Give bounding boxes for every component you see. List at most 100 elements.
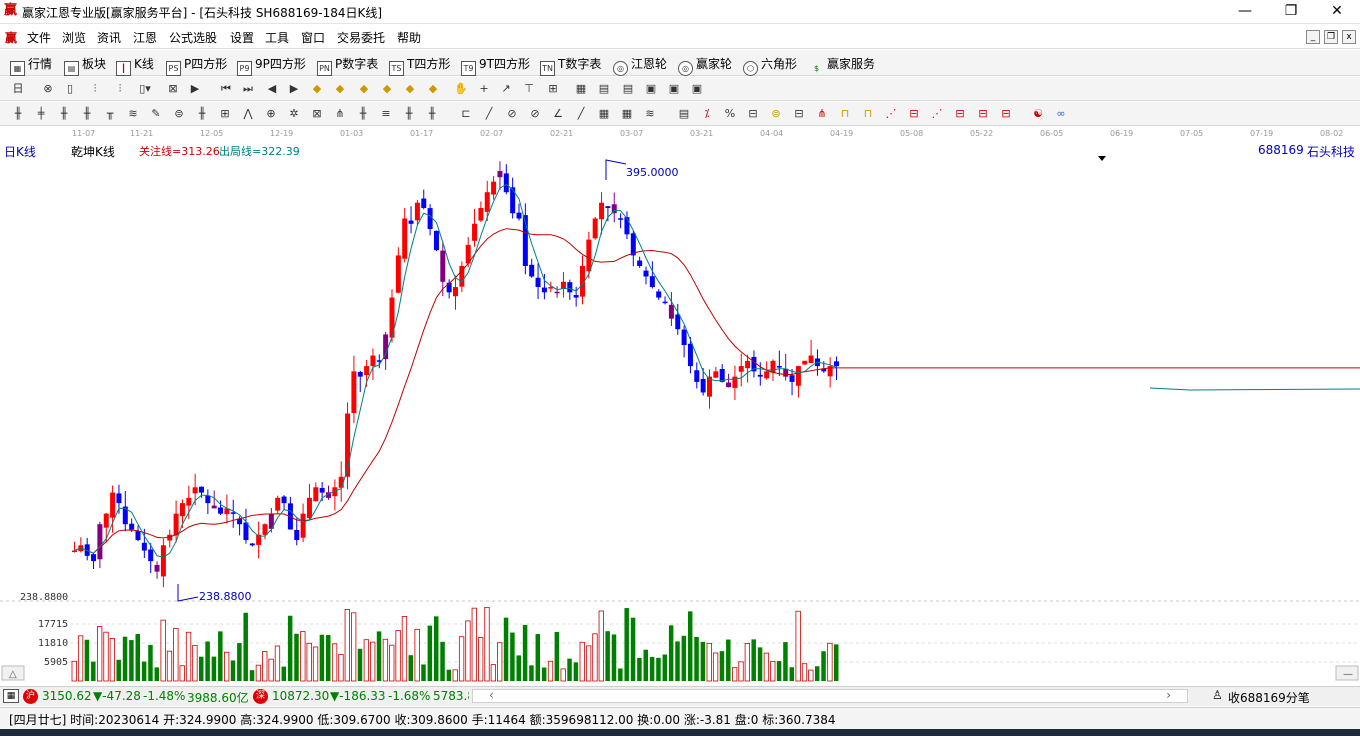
draw-icon-3[interactable]: ⊞ [545,81,561,97]
next-icon[interactable]: ▶ [286,81,302,97]
p-square-button[interactable]: PS P四方形 [166,55,227,76]
winner-service-button[interactable]: $ 赢家服务 [809,55,875,73]
mdi-restore-button[interactable]: ❐ [1324,30,1338,44]
prev-icon[interactable]: ◀ [264,81,280,97]
tool-icon-7[interactable]: ✎ [148,106,164,122]
tool-icon-14[interactable]: ⊠ [309,106,325,122]
diamond-icon-3[interactable]: ◆ [356,81,372,97]
tool-icon-13[interactable]: ✲ [286,106,302,122]
tool-icon-10[interactable]: ⊞ [217,106,233,122]
chart-icon-5[interactable]: ▯▾ [137,81,153,97]
quotes-button[interactable]: ▦ 行情 [10,55,52,76]
tool-icon-17[interactable]: ≡ [378,106,394,122]
tool-icon-16[interactable]: ╫ [355,106,371,122]
menu-help[interactable]: 帮助 [397,29,421,46]
tool-icon-33[interactable]: ⊜ [768,106,784,122]
tool-icon-15[interactable]: ⋔ [332,106,348,122]
9p-square-button[interactable]: P9 9P四方形 [237,55,306,76]
line-tool-icon[interactable]: ╫ [10,106,26,122]
tool-icon-24[interactable]: ∠ [550,106,566,122]
kline-chart[interactable]: 395.0000 238.8800 238.8800 17715 11810 5… [0,127,1360,683]
mdi-minimize-button[interactable]: _ [1306,30,1320,44]
tool-icon-12[interactable]: ⊕ [263,106,279,122]
tool-icon-3[interactable]: ╫ [56,106,72,122]
tool-icon-35[interactable]: ⋔ [814,106,830,122]
draw-icon-2[interactable]: ⊤ [521,81,537,97]
9t-square-button[interactable]: T9 9T四方形 [461,55,530,76]
menu-info[interactable]: 资讯 [97,29,121,46]
chart-icon-4[interactable]: ⫶ [112,81,128,97]
tool-icon-9[interactable]: ╫ [194,106,210,122]
print-icon[interactable]: ▣ [666,81,682,97]
ray-tool-icon[interactable]: ╪ [33,106,49,122]
chart-icon-1[interactable]: ⊗ [40,81,56,97]
tick-data-link[interactable]: 收688169分笔 [1228,689,1310,706]
yin-yang-icon[interactable]: ☯ [1030,106,1046,122]
tool-icon-23[interactable]: ⊘ [527,106,543,122]
minimize-button[interactable]: — [1222,0,1268,24]
tool-icon-11[interactable]: ⋀ [240,106,256,122]
doc-icon[interactable]: ▤ [620,81,636,97]
gann-wheel-button[interactable]: ◎ 江恩轮 [613,55,667,76]
menu-trade[interactable]: 交易委托 [337,29,385,46]
tool-icon-19[interactable]: ╫ [424,106,440,122]
tool-icon-18[interactable]: ╫ [401,106,417,122]
dropdown-arrow-icon[interactable] [1098,156,1106,161]
hand-icon[interactable]: ✋ [453,81,469,97]
tool-icon-4[interactable]: ╫ [79,106,95,122]
draw-icon-1[interactable]: ↗ [498,81,514,97]
chart-icon-7[interactable]: ▶ [187,81,203,97]
first-page-icon[interactable]: ⏮ [218,81,234,97]
tool-icon-8[interactable]: ⊜ [171,106,187,122]
grid-icon[interactable]: ▦ [3,689,19,703]
tool-icon-40[interactable]: ⋰ [929,106,945,122]
tool-icon-29[interactable]: ▤ [676,106,692,122]
chart-icon-3[interactable]: ⫶ [87,81,103,97]
tool-icon-36[interactable]: ⊓ [837,106,853,122]
close-button[interactable]: ✕ [1314,0,1360,24]
tool-icon-38[interactable]: ⋰ [883,106,899,122]
p-number-table-button[interactable]: PN P数字表 [317,55,378,76]
menu-browse[interactable]: 浏览 [62,29,86,46]
scroll-right-icon[interactable]: › [1166,688,1171,702]
diamond-icon-2[interactable]: ◆ [332,81,348,97]
tool-icon-42[interactable]: ⊟ [975,106,991,122]
hexagon-button[interactable]: ⬡ 六角形 [743,55,797,76]
tool-icon-39[interactable]: ⊟ [906,106,922,122]
t-number-table-button[interactable]: TN T数字表 [540,55,601,76]
tool-icon-30[interactable]: ⁒ [699,106,715,122]
menu-gann[interactable]: 江恩 [133,29,157,46]
menu-settings[interactable]: 设置 [230,29,254,46]
tool-icon-25[interactable]: ╱ [573,106,589,122]
diamond-icon-6[interactable]: ◆ [425,81,441,97]
tool-icon-20[interactable]: ⊏ [458,106,474,122]
tool-icon-41[interactable]: ⊟ [952,106,968,122]
export-icon[interactable]: ▣ [689,81,705,97]
tool-icon-27[interactable]: ▦ [619,106,635,122]
tool-icon-32[interactable]: ⊟ [745,106,761,122]
tool-icon-37[interactable]: ⊓ [860,106,876,122]
restore-button[interactable]: ❐ [1268,0,1314,24]
menu-tools[interactable]: 工具 [265,29,289,46]
scroll-left-icon[interactable]: ‹ [489,688,494,702]
chart-icon-6[interactable]: ⊠ [165,81,181,97]
winner-wheel-button[interactable]: ◎ 赢家轮 [678,55,732,76]
menu-window[interactable]: 窗口 [301,29,325,46]
tool-icon-22[interactable]: ⊘ [504,106,520,122]
mdi-close-button[interactable]: x [1342,30,1356,44]
percent-icon[interactable]: % [722,106,738,122]
period-dropdown-icon[interactable]: 日▾ [10,81,26,111]
tool-icon-43[interactable]: ⊟ [998,106,1014,122]
kline-button[interactable]: ┃ K线 [116,55,154,76]
diamond-icon-1[interactable]: ◆ [309,81,325,97]
crosshair-icon[interactable]: + [476,81,492,97]
app-menu-icon[interactable]: 赢 [5,29,17,46]
last-page-icon[interactable]: ⏭ [240,81,256,97]
calc-icon[interactable]: ▤ [596,81,612,97]
diamond-icon-4[interactable]: ◆ [379,81,395,97]
diamond-icon-5[interactable]: ◆ [402,81,418,97]
tool-icon-6[interactable]: ≋ [125,106,141,122]
save-icon[interactable]: ▣ [643,81,659,97]
chart-icon-2[interactable]: ▯ [62,81,78,97]
horizontal-scrollbar[interactable]: ‹ › [472,688,1188,703]
